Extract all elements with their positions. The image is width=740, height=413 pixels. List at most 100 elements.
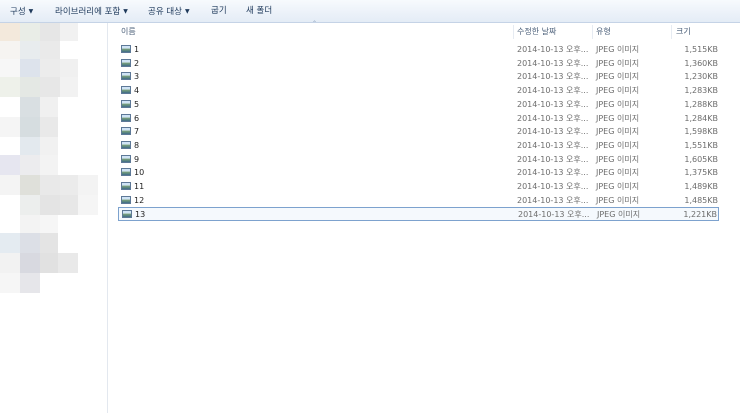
file-type: JPEG 이미지: [596, 154, 640, 164]
blurred-region: [0, 155, 20, 175]
blurred-region: [60, 77, 78, 97]
blurred-region: [20, 253, 40, 273]
file-name: 12: [134, 195, 145, 205]
file-row[interactable]: 8 2014-10-13 오후... JPEG 이미지 1,551KB: [118, 139, 719, 152]
jpeg-image-icon: [121, 58, 131, 67]
jpeg-image-icon: [121, 99, 131, 108]
file-type: JPEG 이미지: [597, 210, 641, 220]
column-header-name[interactable]: 이름: [121, 23, 136, 40]
file-size: 1,283KB: [684, 86, 718, 96]
file-type: JPEG 이미지: [596, 45, 640, 54]
file-type: JPEG 이미지: [596, 99, 640, 109]
blurred-region: [40, 215, 58, 235]
blurred-region: [0, 77, 20, 97]
jpeg-image-icon: [121, 72, 131, 81]
file-size: 1,284KB: [684, 113, 718, 123]
file-row[interactable]: 6 2014-10-13 오후... JPEG 이미지 1,284KB: [118, 112, 719, 125]
sort-indicator-icon: ⌃: [312, 20, 318, 27]
column-header-type[interactable]: 유형: [596, 23, 611, 40]
file-row[interactable]: 5 2014-10-13 오후... JPEG 이미지 1,288KB: [118, 98, 719, 111]
blurred-region: [40, 41, 60, 59]
file-date-modified: 2014-10-13 오후...: [517, 72, 589, 82]
blurred-region: [78, 195, 98, 215]
blurred-region: [60, 175, 78, 195]
blurred-region: [0, 273, 20, 293]
file-date-modified: 2014-10-13 오후...: [517, 113, 589, 123]
column-header-bar: ⌃ 이름 수정한 날짜 유형 크기: [109, 20, 740, 40]
blurred-region: [40, 253, 58, 273]
file-size: 1,605KB: [684, 154, 718, 164]
file-row[interactable]: 11 2014-10-13 오후... JPEG 이미지 1,489KB: [118, 180, 719, 193]
file-row[interactable]: 2 2014-10-13 오후... JPEG 이미지 1,360KB: [118, 57, 719, 70]
jpeg-image-icon: [121, 86, 131, 95]
file-date-modified: 2014-10-13 오후...: [517, 195, 589, 205]
file-row[interactable]: 12 2014-10-13 오후... JPEG 이미지 1,485KB: [118, 194, 719, 207]
jpeg-image-icon: [121, 140, 131, 149]
jpeg-image-icon: [121, 113, 131, 122]
blurred-region: [40, 59, 60, 77]
blurred-region: [40, 23, 60, 41]
file-name: 5: [134, 99, 140, 109]
file-name: 8: [134, 140, 140, 150]
file-row[interactable]: 13 2014-10-13 오후... JPEG 이미지 1,221KB: [118, 207, 719, 222]
share-with-button[interactable]: 공유 대상 ▼: [148, 0, 190, 23]
blurred-region: [40, 195, 60, 215]
column-header-size[interactable]: 크기: [676, 23, 691, 40]
file-date-modified: 2014-10-13 오후...: [517, 154, 589, 164]
blurred-region: [20, 59, 40, 77]
jpeg-image-icon: [122, 210, 132, 219]
file-row[interactable]: 3 2014-10-13 오후... JPEG 이미지 1,230KB: [118, 70, 719, 83]
file-date-modified: 2014-10-13 오후...: [518, 210, 590, 220]
command-bar: 구성 ▼ 라이브러리에 포함 ▼ 공유 대상 ▼ 굽기 새 폴더: [0, 0, 740, 23]
new-folder-button[interactable]: 새 폴더: [246, 0, 272, 23]
column-divider[interactable]: [592, 25, 593, 39]
file-name: 1: [134, 45, 140, 54]
organize-label: 구성: [10, 7, 26, 17]
file-row[interactable]: 9 2014-10-13 오후... JPEG 이미지 1,605KB: [118, 153, 719, 166]
burn-label: 굽기: [211, 6, 227, 16]
blurred-region: [20, 137, 40, 155]
jpeg-image-icon: [121, 182, 131, 190]
file-row[interactable]: 4 2014-10-13 오후... JPEG 이미지 1,283KB: [118, 84, 719, 97]
file-size: 1,551KB: [684, 140, 718, 150]
file-row[interactable]: 7 2014-10-13 오후... JPEG 이미지 1,598KB: [118, 125, 719, 138]
file-size: 1,360KB: [684, 58, 718, 68]
jpeg-image-icon: [121, 168, 131, 177]
file-type: JPEG 이미지: [596, 58, 640, 68]
dropdown-arrow-icon: ▼: [123, 8, 128, 15]
file-type: JPEG 이미지: [596, 72, 640, 82]
file-name: 2: [134, 58, 140, 68]
file-type: JPEG 이미지: [596, 195, 640, 205]
blurred-region: [20, 23, 40, 41]
file-row[interactable]: 10 2014-10-13 오후... JPEG 이미지 1,375KB: [118, 166, 719, 179]
blurred-region: [60, 23, 78, 41]
blurred-region: [60, 195, 78, 215]
file-size: 1,489KB: [684, 182, 718, 191]
blurred-region: [20, 195, 40, 215]
navigation-pane[interactable]: [0, 23, 108, 413]
file-size: 1,221KB: [683, 210, 717, 220]
file-date-modified: 2014-10-13 오후...: [517, 86, 589, 96]
jpeg-image-icon: [121, 195, 131, 204]
organize-menu-button[interactable]: 구성 ▼: [10, 0, 33, 23]
file-row[interactable]: 1 2014-10-13 오후... JPEG 이미지 1,515KB: [118, 43, 719, 56]
blurred-region: [40, 77, 60, 97]
column-divider[interactable]: [671, 25, 672, 39]
blurred-region: [20, 97, 40, 117]
file-list-view[interactable]: ⌃ 이름 수정한 날짜 유형 크기 1 2014-10-13 오후... JPEG …: [109, 20, 740, 413]
file-size: 1,515KB: [684, 45, 718, 54]
blurred-region: [0, 117, 20, 137]
blurred-region: [40, 137, 58, 155]
blurred-region: [20, 155, 40, 175]
blurred-region: [20, 233, 40, 253]
blurred-region: [40, 175, 60, 195]
file-type: JPEG 이미지: [596, 127, 640, 137]
file-size: 1,485KB: [684, 195, 718, 205]
column-header-date-modified[interactable]: 수정한 날짜: [517, 23, 556, 40]
file-name: 13: [135, 210, 146, 220]
file-type: JPEG 이미지: [596, 182, 640, 191]
file-date-modified: 2014-10-13 오후...: [517, 58, 589, 68]
burn-button[interactable]: 굽기: [211, 0, 227, 23]
include-in-library-button[interactable]: 라이브러리에 포함 ▼: [55, 0, 128, 23]
column-divider[interactable]: [513, 25, 514, 39]
